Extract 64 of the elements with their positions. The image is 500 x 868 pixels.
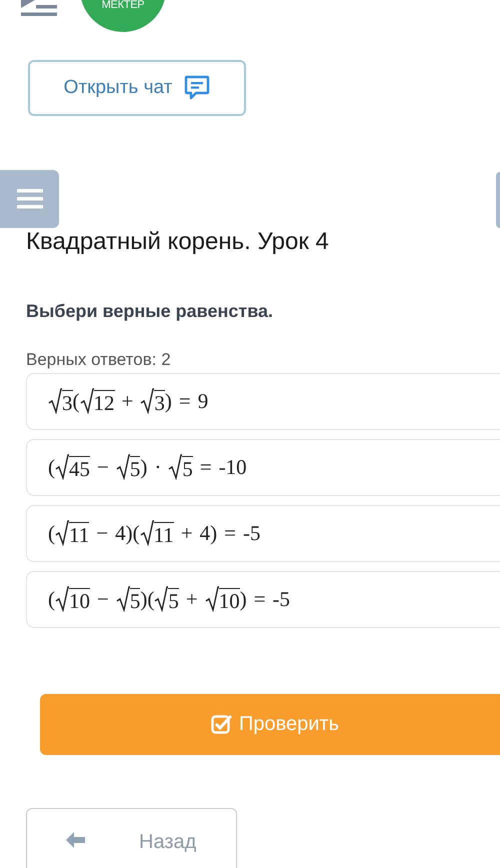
open-chat-button[interactable]: Открыть чат <box>28 60 246 116</box>
radicand: 3 <box>62 390 72 414</box>
radical-icon <box>55 520 69 546</box>
math-operator: − <box>97 456 109 478</box>
math-operator: = <box>178 390 191 412</box>
radicand: 11 <box>154 522 174 546</box>
radicand: 10 <box>69 588 90 612</box>
lesson-title: Квадратный корень. Урок 4 <box>26 227 330 257</box>
radical-icon <box>55 586 69 612</box>
radical-icon <box>154 586 168 612</box>
radical-icon <box>168 454 182 480</box>
math-operator: · <box>154 456 162 478</box>
math-text: ( <box>72 390 80 412</box>
radical-icon <box>140 520 154 546</box>
radicand: 5 <box>168 588 179 612</box>
radicand: 5 <box>182 456 193 480</box>
radicand: 5 <box>130 456 140 480</box>
radical-icon <box>116 454 130 480</box>
math-text: -5 <box>272 588 290 610</box>
sidebar-menu-button[interactable] <box>0 170 59 228</box>
radical-icon <box>140 388 154 414</box>
question-text: Выбери верные равенства. <box>26 300 274 323</box>
math-operator: = <box>224 522 236 544</box>
radicand: 3 <box>154 390 165 414</box>
radical-icon <box>55 454 69 480</box>
math-text: 4) <box>200 522 218 544</box>
math-text: 9 <box>198 390 208 412</box>
math-operator: − <box>96 522 108 544</box>
menu-icon[interactable] <box>21 0 59 18</box>
math-text: 4)( <box>115 522 140 544</box>
radical-icon <box>116 586 130 612</box>
answer-option[interactable]: ( 11 − 4)( 11 + 4) = -5 <box>26 504 500 562</box>
answers-count: Верных ответов: 2 <box>26 349 172 371</box>
math-text: ( <box>48 588 55 610</box>
radicand: 12 <box>94 390 114 414</box>
math-text: ( <box>48 522 55 544</box>
math-operator: + <box>186 588 198 610</box>
answer-option[interactable]: ( 45 − 5) · 5 = -10 <box>26 438 500 496</box>
arrow-left-icon <box>65 830 87 848</box>
math-operator: = <box>254 588 266 610</box>
math-text: )( <box>140 588 154 610</box>
radical-icon <box>48 388 62 414</box>
radicand: 45 <box>69 456 90 480</box>
answer-option[interactable]: 3( 12 + 3) = 9 <box>26 372 500 430</box>
radicand: 11 <box>69 522 90 546</box>
checkbox-icon <box>210 714 233 734</box>
math-text: -5 <box>243 522 260 544</box>
radicand: 5 <box>130 588 140 612</box>
radical-icon <box>80 388 94 414</box>
math-text: ) <box>140 456 148 478</box>
math-operator: + <box>122 390 134 412</box>
answer-option[interactable]: ( 10 − 5)( 5 + 10) = -5 <box>26 570 500 628</box>
math-text: ( <box>48 456 55 478</box>
math-operator: = <box>200 456 212 478</box>
side-panel-tab[interactable] <box>496 172 500 228</box>
math-text: ) <box>240 588 247 610</box>
math-operator: + <box>180 522 193 544</box>
math-operator: − <box>97 588 109 610</box>
radicand: 10 <box>218 588 240 612</box>
radical-icon <box>204 586 219 612</box>
math-text: -10 <box>218 456 247 478</box>
chat-icon <box>184 75 210 101</box>
math-text: ) <box>164 390 172 412</box>
menu-icon <box>16 189 42 209</box>
